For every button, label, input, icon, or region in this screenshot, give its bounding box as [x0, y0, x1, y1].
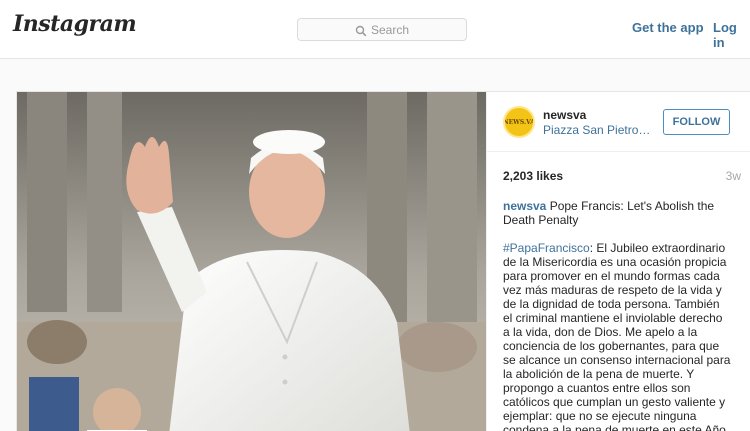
instagram-logo[interactable]: Instagram [13, 11, 137, 37]
avatar-logo-icon: NEWS.VA [503, 118, 535, 126]
follow-button[interactable]: FOLLOW [663, 109, 730, 135]
post-age[interactable]: 3w [726, 169, 741, 183]
caption-username-link[interactable]: newsva [503, 199, 546, 213]
hashtag-link[interactable]: #PapaFrancisco [503, 241, 590, 255]
likes-count[interactable]: 2,203 likes [503, 169, 563, 183]
search-input[interactable]: Search [297, 18, 467, 41]
avatar[interactable]: NEWS.VA [503, 106, 535, 138]
post-header: NEWS.VA newsva Piazza San Pietro, Vatica… [487, 92, 750, 152]
login-link[interactable]: Log in [713, 20, 750, 50]
search-placeholder: Search [370, 22, 410, 37]
post-body-text: : El Jubileo extraordinario de la Miseri… [503, 241, 731, 431]
location-link[interactable]: Piazza San Pietro, Vaticano [543, 123, 653, 137]
username-link[interactable]: newsva [543, 108, 586, 122]
post-caption: newsva Pope Francis: Let's Abolish the D… [503, 199, 731, 227]
get-the-app-link[interactable]: Get the app [632, 20, 704, 35]
post-body: #PapaFrancisco: El Jubileo extraordinari… [503, 241, 731, 431]
post-photo[interactable] [17, 92, 486, 431]
search-icon [355, 24, 367, 36]
top-nav-bar: Instagram Search Get the app Log in [0, 0, 750, 59]
post-sidebar: NEWS.VA newsva Piazza San Pietro, Vatica… [486, 92, 750, 431]
post-card: NEWS.VA newsva Piazza San Pietro, Vatica… [16, 91, 750, 431]
